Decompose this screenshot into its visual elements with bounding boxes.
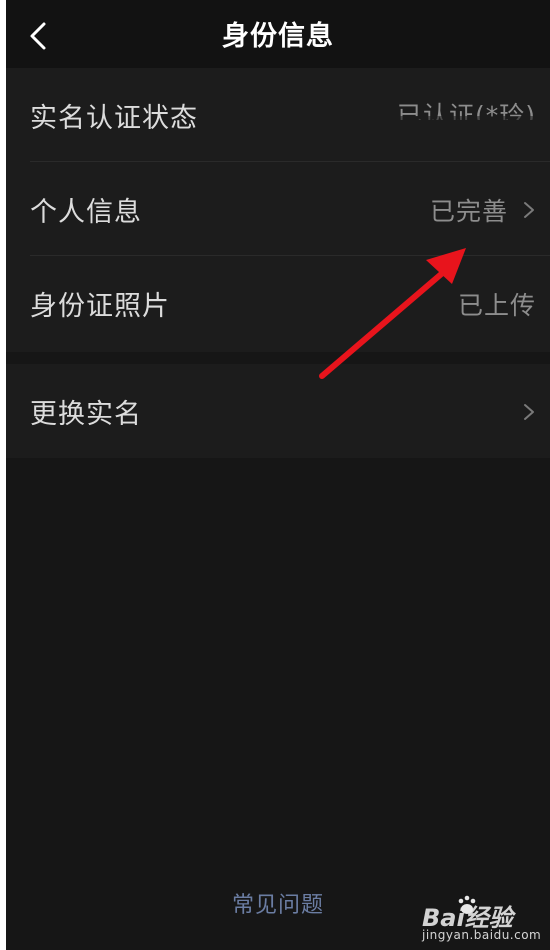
change-real-name-label: 更换实名 [30, 399, 142, 430]
app-screen: 身份信息 实名认证状态 已认证(*玲) 个人信息 已完善 身份证照片 已上传 更… [6, 0, 550, 950]
page-title: 身份信息 [222, 21, 334, 52]
id-photo-row: 身份证照片 已上传 [6, 256, 550, 350]
personal-info-value: 已完善 [429, 197, 508, 226]
faq-link[interactable]: 常见问题 [6, 887, 550, 919]
verification-status-row: 实名认证状态 已认证(*玲) [6, 68, 550, 162]
verification-status-label: 实名认证状态 [30, 103, 198, 134]
nav-bar: 身份信息 [6, 0, 550, 68]
personal-info-row[interactable]: 个人信息 已完善 [6, 162, 550, 256]
id-photo-value: 已上传 [457, 291, 536, 320]
chevron-right-icon [524, 404, 534, 420]
redaction-blur [360, 116, 550, 152]
chevron-right-icon [524, 202, 534, 218]
identity-info-group: 实名认证状态 已认证(*玲) 个人信息 已完善 身份证照片 已上传 [6, 68, 550, 352]
change-real-name-row[interactable]: 更换实名 [6, 364, 550, 458]
change-name-group: 更换实名 [6, 364, 550, 458]
personal-info-label: 个人信息 [30, 197, 142, 228]
id-photo-label: 身份证照片 [30, 291, 170, 322]
